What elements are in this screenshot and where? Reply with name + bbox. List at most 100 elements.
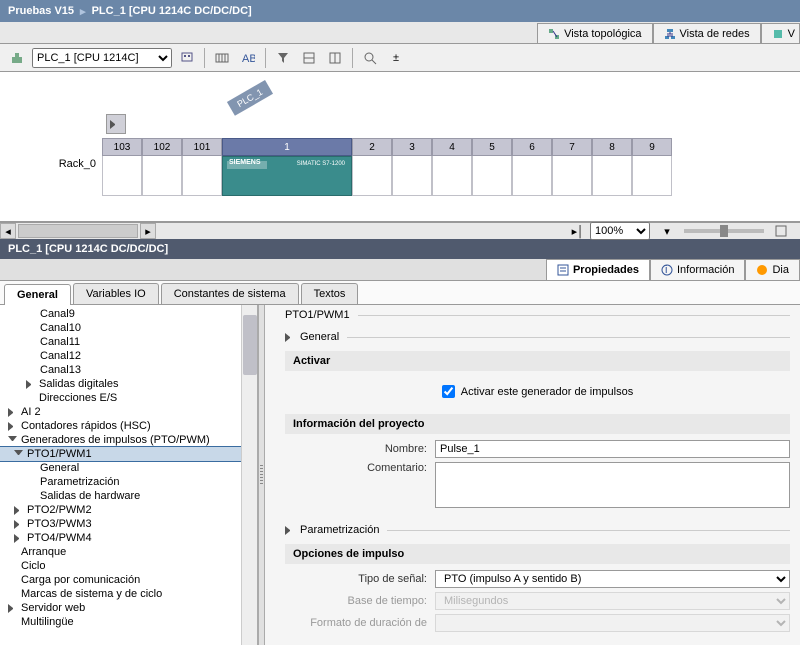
scroll-left[interactable]: ◂ [0,223,16,239]
zoom-slider[interactable] [684,229,764,233]
slot-body[interactable] [102,156,142,196]
tree-marcas-sistema[interactable]: Marcas de sistema y de ciclo [0,587,257,601]
zoom-dropdown[interactable]: ▾ [656,220,678,242]
tree-arranque[interactable]: Arranque [0,545,257,559]
tab-general[interactable]: General [4,284,71,305]
device-selector[interactable]: PLC_1 [CPU 1214C] [32,48,172,68]
tree-salidas-digitales[interactable]: Salidas digitales [0,377,257,391]
tab-textos[interactable]: Textos [301,283,359,304]
expand-icon [8,422,17,431]
tree-pto1-salidas[interactable]: Salidas de hardware [0,489,257,503]
info-icon: i [661,264,673,276]
nombre-input[interactable] [435,440,790,458]
hscrollbar[interactable] [18,224,138,238]
scroll-thumb[interactable] [243,315,257,375]
rack-nav-right[interactable] [106,114,126,134]
slot-body[interactable] [512,156,552,196]
slot-header-cpu[interactable]: 1 [222,138,352,156]
tree-generadores[interactable]: Generadores de impulsos (PTO/PWM) [0,433,257,447]
checkbox-activar-generador[interactable] [442,385,455,398]
slot-cpu-device[interactable]: SIEMENSSIMATIC S7-1200 [222,156,352,196]
slot-header[interactable]: 5 [472,138,512,156]
tab-label: Vista de redes [680,28,750,40]
tree-canal11[interactable]: Canal11 [0,335,257,349]
tab-propiedades[interactable]: Propiedades [546,259,650,280]
tree-canal12[interactable]: Canal12 [0,349,257,363]
scroll-right[interactable]: ▸ [140,223,156,239]
tree-direcciones-es[interactable]: Direcciones E/S [0,391,257,405]
zoom-selector[interactable]: 100% [590,222,650,240]
tree-pto1[interactable]: PTO1/PWM1 [0,447,257,461]
slot-header[interactable]: 6 [512,138,552,156]
slot-header[interactable]: 9 [632,138,672,156]
toolbar-btn-1[interactable] [6,47,28,69]
toolbar-sep [204,48,205,68]
toolbar-btn-view1[interactable] [298,47,320,69]
tree-canal9[interactable]: Canal9 [0,307,257,321]
tree-canal10[interactable]: Canal10 [0,321,257,335]
toolbar-btn-rack[interactable] [211,47,233,69]
slot-header[interactable]: 2 [352,138,392,156]
slot-body[interactable] [142,156,182,196]
tab-constantes[interactable]: Constantes de sistema [161,283,299,304]
toolbar-btn-fit[interactable]: ± [385,47,407,69]
canvas-footer: ◂ ▸ ▸│ 100% ▾ [0,222,800,239]
comentario-input[interactable] [435,462,790,508]
tree-pto2[interactable]: PTO2/PWM2 [0,503,257,517]
toolbar-btn-view2[interactable] [324,47,346,69]
expand-icon[interactable] [285,333,294,342]
slot-body[interactable] [352,156,392,196]
tipo-senal-select[interactable]: PTO (impulso A y sentido B) [435,570,790,588]
tree-multilingue[interactable]: Multilingüe [0,615,257,629]
slot-body[interactable] [432,156,472,196]
section-parametrizacion[interactable]: Parametrización [300,524,379,536]
tree-pto1-parametrizacion[interactable]: Parametrización [0,475,257,489]
tree-pto4[interactable]: PTO4/PWM4 [0,531,257,545]
tree-canal13[interactable]: Canal13 [0,363,257,377]
slot-header[interactable]: 7 [552,138,592,156]
tree-splitter[interactable] [258,305,265,645]
slot-header[interactable]: 8 [592,138,632,156]
tree-scrollbar[interactable] [241,305,257,645]
tree-pto1-general[interactable]: General [0,461,257,475]
slot-header[interactable]: 103 [102,138,142,156]
slot-body[interactable] [632,156,672,196]
collapse-icon [8,436,17,445]
section-general[interactable]: General [300,331,339,343]
tab-diagnostico-partial[interactable]: Dia [745,259,800,280]
plc-flag-label[interactable]: PLC_1 [227,80,273,116]
network-icon [664,28,676,40]
toolbar-btn-label[interactable]: ABC [237,47,259,69]
toolbar-btn-config[interactable] [176,47,198,69]
slot-body[interactable] [182,156,222,196]
properties-tree: Canal9 Canal10 Canal11 Canal12 Canal13 S… [0,305,258,645]
nombre-label: Nombre: [295,443,435,455]
tab-vista-redes[interactable]: Vista de redes [653,23,761,43]
zoom-thumb[interactable] [720,225,728,237]
slot-header[interactable]: 4 [432,138,472,156]
slot-header[interactable]: 102 [142,138,182,156]
breadcrumb-sep: ▸ [80,5,86,18]
tree-pto3[interactable]: PTO3/PWM3 [0,517,257,531]
slot-body[interactable] [592,156,632,196]
expand-icon [26,380,35,389]
slot-body[interactable] [392,156,432,196]
tree-contadores-hsc[interactable]: Contadores rápidos (HSC) [0,419,257,433]
slot-header[interactable]: 3 [392,138,432,156]
toolbar-btn-zoom[interactable] [359,47,381,69]
tab-informacion[interactable]: i Información [650,259,745,280]
tree-ciclo[interactable]: Ciclo [0,559,257,573]
tab-vista-dispositivos-partial[interactable]: V [761,23,800,43]
tree-carga-comunicacion[interactable]: Carga por comunicación [0,573,257,587]
tree-ai2[interactable]: AI 2 [0,405,257,419]
device-canvas[interactable]: PLC_1 Rack_0 103 102 101 1SIEMENSSIMATIC… [0,72,800,222]
tab-vista-topologica[interactable]: Vista topológica [537,23,652,43]
tab-variables-io[interactable]: Variables IO [73,283,159,304]
tree-servidor-web[interactable]: Servidor web [0,601,257,615]
toolbar-btn-extra[interactable] [770,220,792,242]
expand-icon[interactable] [285,526,294,535]
slot-body[interactable] [552,156,592,196]
toolbar-btn-filter[interactable] [272,47,294,69]
slot-body[interactable] [472,156,512,196]
slot-header[interactable]: 101 [182,138,222,156]
